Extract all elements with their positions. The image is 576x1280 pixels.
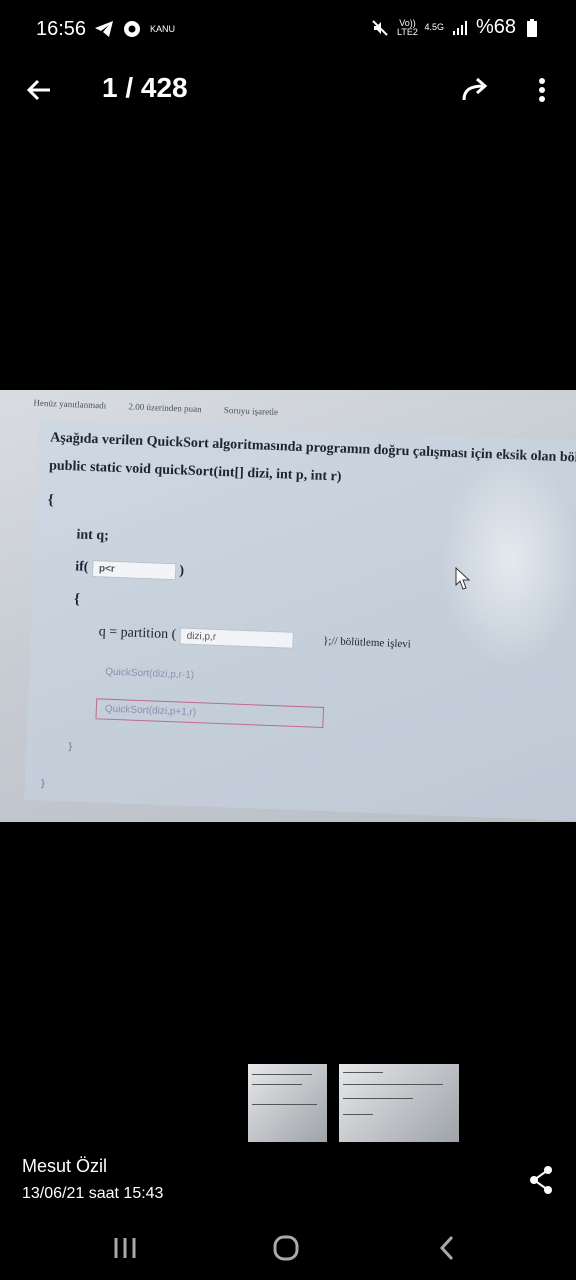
telegram-icon — [94, 19, 114, 39]
forward-button[interactable] — [458, 72, 494, 108]
battery-icon — [522, 18, 542, 38]
share-arrow-icon — [462, 77, 488, 101]
question-points: 2.00 üzerinden puan — [128, 401, 202, 415]
recent-apps-icon — [114, 1238, 136, 1258]
if-condition-field: p<r — [91, 560, 177, 581]
thumbnail-strip — [248, 1064, 459, 1142]
kanu-icon: KANU — [150, 23, 176, 34]
system-nav-bar — [0, 1216, 576, 1280]
photo-image[interactable]: Henüz yanıtlanmadı 2.00 üzerinden puan S… — [0, 390, 576, 822]
image-counter: 1 / 428 — [102, 72, 188, 103]
thumbnail-1[interactable] — [248, 1064, 327, 1142]
volte-label: Vo)) LTE2 — [397, 17, 418, 37]
inner-open-brace: { — [73, 591, 81, 608]
share-nodes-icon — [530, 1166, 552, 1194]
answer-status: Henüz yanıtlanmadı — [33, 397, 107, 411]
flag-question: Soruyu işaretle — [223, 404, 279, 418]
declaration: int q; — [76, 527, 110, 544]
nav-back-button[interactable] — [436, 1234, 458, 1262]
viewer-toolbar: 1 / 428 — [0, 60, 576, 120]
home-button[interactable] — [272, 1234, 300, 1262]
chevron-left-icon — [439, 1235, 454, 1261]
screen-glare — [440, 450, 576, 670]
recent-apps-button[interactable] — [112, 1236, 138, 1260]
vertical-dots-icon — [539, 78, 545, 102]
status-time: 16:56 — [36, 18, 87, 40]
more-options-button[interactable] — [528, 72, 556, 108]
mouse-cursor-icon — [455, 567, 471, 590]
chrome-icon — [122, 19, 142, 39]
if-close: ) — [179, 563, 185, 579]
status-right: Vo)) LTE2 4.5G %68 — [370, 16, 542, 39]
status-bar: 16:56 KANU Vo)) LTE2 4.5G %68 — [0, 0, 576, 60]
open-brace: { — [47, 492, 55, 509]
partition-comment: };// bölütleme işlevi — [322, 634, 412, 651]
network-label: 4.5G — [424, 22, 444, 32]
outer-close-brace: } — [40, 778, 46, 790]
question-meta: Henüz yanıtlanmadı 2.00 üzerinden puan S… — [33, 398, 298, 418]
signal-icon — [450, 18, 470, 38]
back-button[interactable] — [22, 72, 58, 108]
inner-close-brace: } — [68, 741, 73, 753]
if-keyword: if( — [74, 559, 89, 575]
share-button[interactable] — [526, 1164, 556, 1196]
photo-date: 13/06/21 saat 15:43 — [22, 1185, 164, 1202]
arrow-left-icon — [26, 79, 50, 101]
author-name: Mesut Özil — [22, 1156, 108, 1176]
assign-text: q = partition ( — [98, 624, 177, 643]
thumbnail-2[interactable] — [339, 1064, 459, 1142]
notification-icons: KANU — [94, 19, 175, 39]
home-icon — [273, 1235, 299, 1261]
mute-icon — [370, 18, 390, 38]
battery-percent: %68 — [475, 16, 516, 38]
